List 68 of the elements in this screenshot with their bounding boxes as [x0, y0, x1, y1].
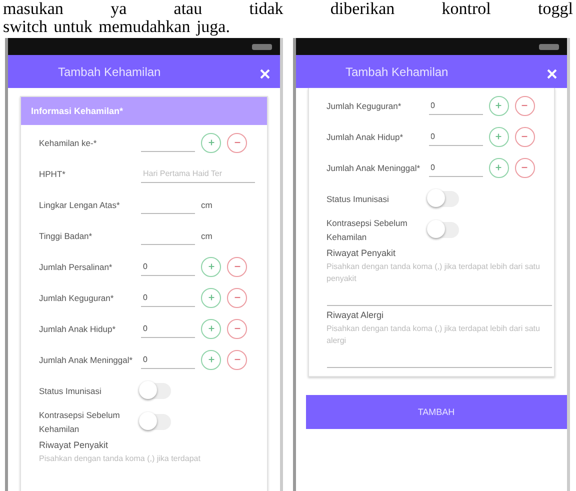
- minus-button[interactable]: [514, 126, 534, 146]
- close-button[interactable]: [260, 66, 270, 76]
- toggle-switch[interactable]: [141, 414, 171, 430]
- plus-icon: [206, 293, 216, 302]
- document-text: switch untuk memudahkan juga.: [3, 18, 230, 36]
- close-icon: [260, 68, 270, 78]
- field-label: Jumlah Anak Hidup*: [39, 322, 117, 336]
- plus-icon: [206, 138, 216, 147]
- text-area[interactable]: Pisahkan dengan tanda koma (,) jika terdapat lebih dari satu penyakit: [326, 261, 552, 306]
- minus-button[interactable]: [227, 350, 247, 370]
- number-field[interactable]: 0: [141, 257, 195, 276]
- field-label: Riwayat Penyakit: [39, 440, 110, 450]
- text-area[interactable]: Pisahkan dengan tanda koma (,) jika terdapat lebih dari satu alergi: [326, 323, 552, 368]
- plus-button[interactable]: [201, 318, 221, 338]
- field-label: Riwayat Alergi: [326, 310, 385, 320]
- field-label: Tinggi Badan*: [39, 230, 94, 242]
- field-label: Kehamilan ke-*: [39, 136, 98, 150]
- plus-button[interactable]: [201, 256, 221, 276]
- number-field[interactable]: 0: [428, 127, 482, 146]
- number-field[interactable]: 0: [141, 288, 195, 307]
- minus-button[interactable]: [514, 96, 534, 116]
- toggle-switch[interactable]: [428, 190, 458, 206]
- minus-button[interactable]: [514, 158, 534, 178]
- unit-label: cm: [201, 200, 212, 210]
- text-area[interactable]: Pisahkan dengan tanda koma (,) jika terdapat: [39, 453, 264, 491]
- plus-button[interactable]: [201, 132, 221, 152]
- header-title: Tambah Kehamilan: [346, 64, 448, 78]
- field-label: Kontrasepsi Sebelum Kehamilan: [326, 217, 408, 244]
- field-label: HPHT*: [39, 168, 66, 180]
- toggle-switch[interactable]: [141, 382, 171, 398]
- field-label: Lingkar Lengan Atas*: [39, 198, 121, 212]
- field-label: Jumlah Keguguran*: [326, 100, 402, 112]
- plus-button[interactable]: [488, 96, 508, 116]
- close-icon: [547, 68, 557, 78]
- field-label: Jumlah Anak Hidup*: [326, 130, 404, 144]
- field-label: Riwayat Penyakit: [326, 248, 397, 258]
- plus-icon: [494, 101, 503, 110]
- field-label: Jumlah Anak Meninggal*: [39, 354, 134, 366]
- plus-button[interactable]: [201, 288, 221, 308]
- plus-icon: [206, 355, 216, 364]
- close-button[interactable]: [547, 66, 557, 76]
- field-label: Jumlah Anak Meninggal*: [326, 162, 422, 174]
- header-title: Tambah Kehamilan: [58, 64, 161, 78]
- toggle-switch[interactable]: [428, 222, 458, 238]
- plus-icon: [494, 132, 503, 141]
- field-label: Jumlah Keguguran*: [39, 292, 115, 304]
- field-label: Status Imunisasi: [39, 384, 102, 398]
- minus-button[interactable]: [227, 132, 247, 152]
- plus-icon: [494, 163, 503, 172]
- minus-button[interactable]: [227, 318, 247, 338]
- number-field[interactable]: 0: [141, 319, 195, 338]
- number-field[interactable]: 0: [141, 350, 195, 369]
- field-label: Jumlah Persalinan*: [39, 260, 114, 274]
- plus-icon: [206, 324, 216, 333]
- plus-button[interactable]: [488, 126, 508, 146]
- number-field[interactable]: 0: [428, 96, 482, 115]
- minus-button[interactable]: [227, 256, 247, 276]
- field-label: Kontrasepsi Sebelum Kehamilan: [39, 409, 121, 436]
- plus-button[interactable]: [201, 350, 221, 370]
- text-field[interactable]: Hari Pertama Haid Ter: [141, 164, 255, 183]
- field-label: Status Imunisasi: [326, 192, 390, 206]
- card-title: Informasi Kehamilan*: [21, 97, 266, 125]
- number-field[interactable]: 0: [428, 158, 482, 177]
- document-text: masukan ya atau tidak diberikan kontrol toggl: [3, 0, 573, 18]
- plus-button[interactable]: [488, 158, 508, 178]
- unit-label: cm: [201, 230, 212, 240]
- minus-button[interactable]: [227, 288, 247, 308]
- plus-icon: [206, 262, 216, 271]
